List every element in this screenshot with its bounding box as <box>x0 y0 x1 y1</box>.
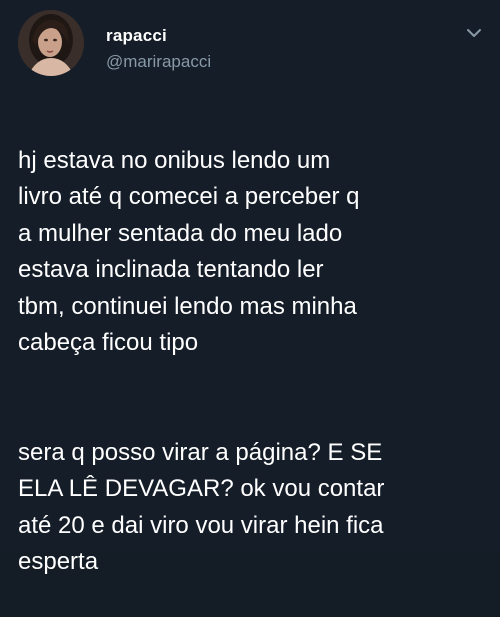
tweet-text: hj estava no onibus lendo um livro até q… <box>18 106 488 617</box>
profile-photo-icon <box>18 10 84 76</box>
tweet-paragraph: hj estava no onibus lendo um livro até q… <box>18 146 360 357</box>
user-handle[interactable]: @marirapacci <box>106 52 211 72</box>
display-name[interactable]: rapacci <box>106 26 167 46</box>
tweet-card: rapacci @marirapacci hj estava no onibus… <box>0 0 500 575</box>
avatar[interactable] <box>18 10 84 76</box>
tweet-paragraph: sera q posso virar a página? E SE ELA LÊ… <box>18 438 385 576</box>
chevron-down-icon[interactable] <box>466 26 482 38</box>
